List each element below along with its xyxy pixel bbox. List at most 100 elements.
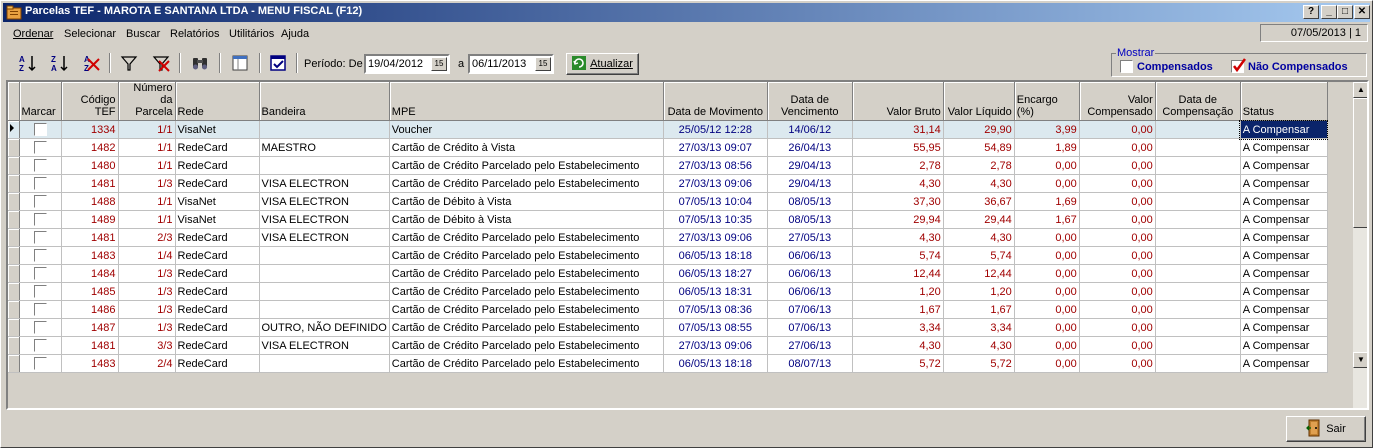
marcar-cell[interactable] [19,264,62,283]
cell-status[interactable]: A Compensar [1240,282,1328,301]
cell-bandeira[interactable]: VISA ELECTRON [259,174,390,193]
header-valor-compensado[interactable]: Valor Compensado [1079,82,1156,121]
vertical-scrollbar[interactable]: ▲ ▼ [1353,82,1367,408]
cell-rede[interactable]: VisaNet [175,192,260,211]
cell-bruto[interactable]: 31,14 [852,120,944,139]
cell-movimento[interactable]: 06/05/13 18:18 [663,354,768,373]
marcar-checkbox[interactable] [33,177,47,190]
marcar-cell[interactable] [19,300,62,319]
cell-parcela[interactable]: 1/1 [118,120,176,139]
header-valor-bruto[interactable]: Valor Bruto [852,82,944,121]
cell-status[interactable]: A Compensar [1240,210,1328,229]
cell-movimento[interactable]: 07/05/13 08:36 [663,300,768,319]
cell-mpe[interactable]: Cartão de Crédito Parcelado pelo Estabel… [389,264,664,283]
cell-data-comp[interactable] [1155,354,1241,373]
menu-ajuda[interactable]: Ajuda [281,28,309,40]
cell-vencimento[interactable]: 26/04/13 [767,138,853,157]
cell-codigo[interactable]: 1484 [61,264,119,283]
cell-data-comp[interactable] [1155,336,1241,355]
cell-vencimento[interactable]: 14/06/12 [767,120,853,139]
cell-compensado[interactable]: 0,00 [1079,318,1156,337]
marcar-checkbox[interactable] [33,213,47,226]
cell-status[interactable]: A Compensar [1240,318,1328,337]
cell-encargo[interactable]: 0,00 [1014,246,1080,265]
cell-status[interactable]: A Compensar [1240,138,1328,157]
cell-bandeira[interactable]: VISA ELECTRON [259,336,390,355]
cell-data-comp[interactable] [1155,138,1241,157]
cell-bandeira[interactable]: VISA ELECTRON [259,210,390,229]
row-indicator[interactable] [8,192,20,211]
atualizar-button[interactable]: Atualizar [566,53,639,75]
cell-parcela[interactable]: 1/1 [118,138,176,157]
cell-liquido[interactable]: 4,30 [943,174,1015,193]
cell-bandeira[interactable]: MAESTRO [259,138,390,157]
cell-compensado[interactable]: 0,00 [1079,156,1156,175]
row-indicator[interactable] [8,156,20,175]
cell-mpe[interactable]: Cartão de Crédito à Vista [389,138,664,157]
cell-movimento[interactable]: 25/05/12 12:28 [663,120,768,139]
cell-bandeira[interactable] [259,264,390,283]
row-indicator[interactable] [8,318,20,337]
cell-compensado[interactable]: 0,00 [1079,300,1156,319]
row-indicator[interactable] [8,300,20,319]
header-rede[interactable]: Rede [175,82,260,121]
cell-compensado[interactable]: 0,00 [1079,228,1156,247]
cell-compensado[interactable]: 0,00 [1079,282,1156,301]
cell-compensado[interactable]: 0,00 [1079,354,1156,373]
row-indicator[interactable] [8,120,20,139]
row-indicator[interactable] [8,174,20,193]
cell-codigo[interactable]: 1482 [61,138,119,157]
cell-parcela[interactable]: 1/1 [118,192,176,211]
date-from-field[interactable]: 19/04/2012 15 [364,54,450,74]
marcar-checkbox[interactable] [33,249,47,262]
cell-movimento[interactable]: 27/03/13 08:56 [663,156,768,175]
cell-movimento[interactable]: 27/03/13 09:07 [663,138,768,157]
table-row[interactable]: 1483 2/4 RedeCard Cartão de Crédito Parcela… [8,354,1328,373]
cell-compensado[interactable]: 0,00 [1079,192,1156,211]
calendar-icon[interactable]: 15 [535,57,551,71]
table-row[interactable]: 1481 1/3 RedeCard VISA ELECTRON Cartão de Cr… [8,174,1328,193]
marcar-checkbox[interactable] [33,303,47,316]
menu-buscar[interactable]: Buscar [126,28,160,40]
cell-rede[interactable]: RedeCard [175,354,260,373]
cell-bruto[interactable]: 12,44 [852,264,944,283]
cell-codigo[interactable]: 1485 [61,282,119,301]
table-row[interactable]: 1480 1/1 RedeCard Cartão de Crédito Parcela… [8,156,1328,175]
marcar-checkbox[interactable] [33,141,47,154]
cell-bandeira[interactable]: VISA ELECTRON [259,192,390,211]
table-row[interactable]: 1482 1/1 RedeCard MAESTRO Cartão de Crédito … [8,138,1328,157]
cell-status[interactable]: A Compensar [1240,246,1328,265]
cell-rede[interactable]: RedeCard [175,336,260,355]
cell-vencimento[interactable]: 08/07/13 [767,354,853,373]
cell-vencimento[interactable]: 08/05/13 [767,210,853,229]
marcar-cell[interactable] [19,138,62,157]
cell-rede[interactable]: RedeCard [175,138,260,157]
cell-bandeira[interactable] [259,354,390,373]
cell-compensado[interactable]: 0,00 [1079,264,1156,283]
cell-mpe[interactable]: Cartão de Crédito Parcelado pelo Estabel… [389,228,664,247]
scroll-down-icon[interactable]: ▼ [1353,352,1367,368]
marcar-checkbox[interactable] [33,123,47,136]
cell-mpe[interactable]: Voucher [389,120,664,139]
cell-liquido[interactable]: 1,20 [943,282,1015,301]
cell-mpe[interactable]: Cartão de Débito à Vista [389,192,664,211]
cell-liquido[interactable]: 3,34 [943,318,1015,337]
row-indicator[interactable] [8,210,20,229]
cell-vencimento[interactable]: 06/06/13 [767,282,853,301]
marcar-cell[interactable] [19,120,62,139]
date-to-field[interactable]: 06/11/2013 15 [468,54,554,74]
scroll-up-icon[interactable]: ▲ [1353,82,1367,98]
parcelas-grid[interactable]: Marcar Código TEF Número da Parcela Rede… [6,80,1369,410]
cell-data-comp[interactable] [1155,210,1241,229]
cell-data-comp[interactable] [1155,282,1241,301]
header-status[interactable]: Status [1240,82,1328,121]
cell-parcela[interactable]: 1/3 [118,282,176,301]
cell-data-comp[interactable] [1155,300,1241,319]
cell-vencimento[interactable]: 06/06/13 [767,264,853,283]
cell-vencimento[interactable]: 08/05/13 [767,192,853,211]
cell-status[interactable]: A Compensar [1240,192,1328,211]
cell-liquido[interactable]: 12,44 [943,264,1015,283]
cell-rede[interactable]: VisaNet [175,210,260,229]
cell-liquido[interactable]: 29,44 [943,210,1015,229]
compensados-check[interactable] [1120,60,1133,73]
